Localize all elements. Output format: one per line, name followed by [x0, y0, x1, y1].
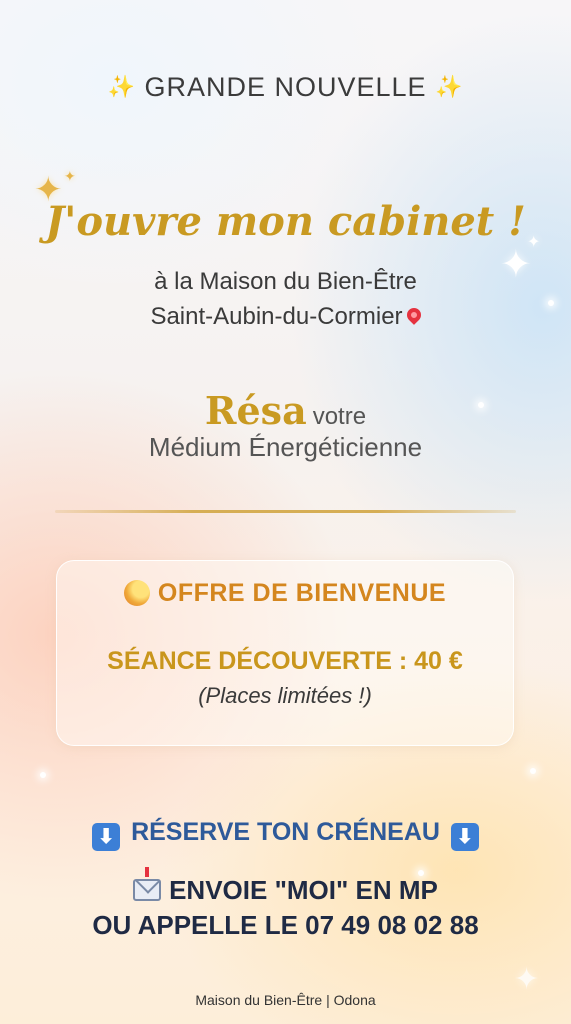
practitioner-name-suffix: votre	[312, 403, 367, 430]
header-title-line: ✨ GRANDE NOUVELLE ✨	[0, 72, 571, 103]
sparkles-icon: ✨	[107, 74, 136, 99]
reserve-cta: RÉSERVE TON CRÉNEAU	[131, 818, 440, 846]
contact-phone: OU APPELLE LE 07 49 08 02 88	[92, 910, 479, 940]
contact-message: ENVOIE "MOI" EN MP	[169, 875, 438, 905]
offer-note: (Places limitées !)	[198, 683, 372, 708]
practitioner-name: Résa	[204, 388, 307, 433]
location-city: Saint-Aubin-du-Cormier	[150, 303, 403, 330]
pin-icon	[403, 305, 424, 325]
glow-dot-decoration	[530, 768, 536, 774]
practitioner-role: Médium Énergéticienne	[148, 432, 423, 462]
sparkle-decoration-icon: ✦	[64, 168, 76, 184]
offer-card: OFFRE DE BIENVENUE SÉANCE DÉCOUVERTE : 4…	[56, 560, 514, 746]
location-line-2: Saint-Aubin-du-Cormier	[0, 303, 571, 331]
contact-line-1: ENVOIE "MOI" EN MP	[0, 867, 571, 906]
down-arrow-icon: ⬇	[92, 823, 121, 851]
glow-dot-decoration	[40, 772, 46, 778]
offer-title-line: OFFRE DE BIENVENUE	[57, 579, 513, 608]
offer-price: SÉANCE DÉCOUVERTE : 40 €	[107, 647, 463, 675]
reserve-line: ⬇ RÉSERVE TON CRÉNEAU ⬇	[0, 818, 571, 851]
practitioner-line: Résa votre	[0, 388, 571, 433]
sparkles-icon: ✨	[435, 74, 464, 99]
down-arrow-icon: ⬇	[450, 823, 479, 851]
headline: J'ouvre mon cabinet !	[45, 198, 526, 245]
gold-divider	[55, 510, 516, 513]
comet-icon	[123, 580, 150, 606]
header-title: GRANDE NOUVELLE	[144, 72, 427, 102]
location-line-1: à la Maison du Bien-Être	[154, 268, 417, 295]
footer-credit: Maison du Bien-Être | Odona	[195, 992, 376, 1008]
offer-title: OFFRE DE BIENVENUE	[157, 579, 447, 607]
envelope-icon	[133, 867, 162, 901]
